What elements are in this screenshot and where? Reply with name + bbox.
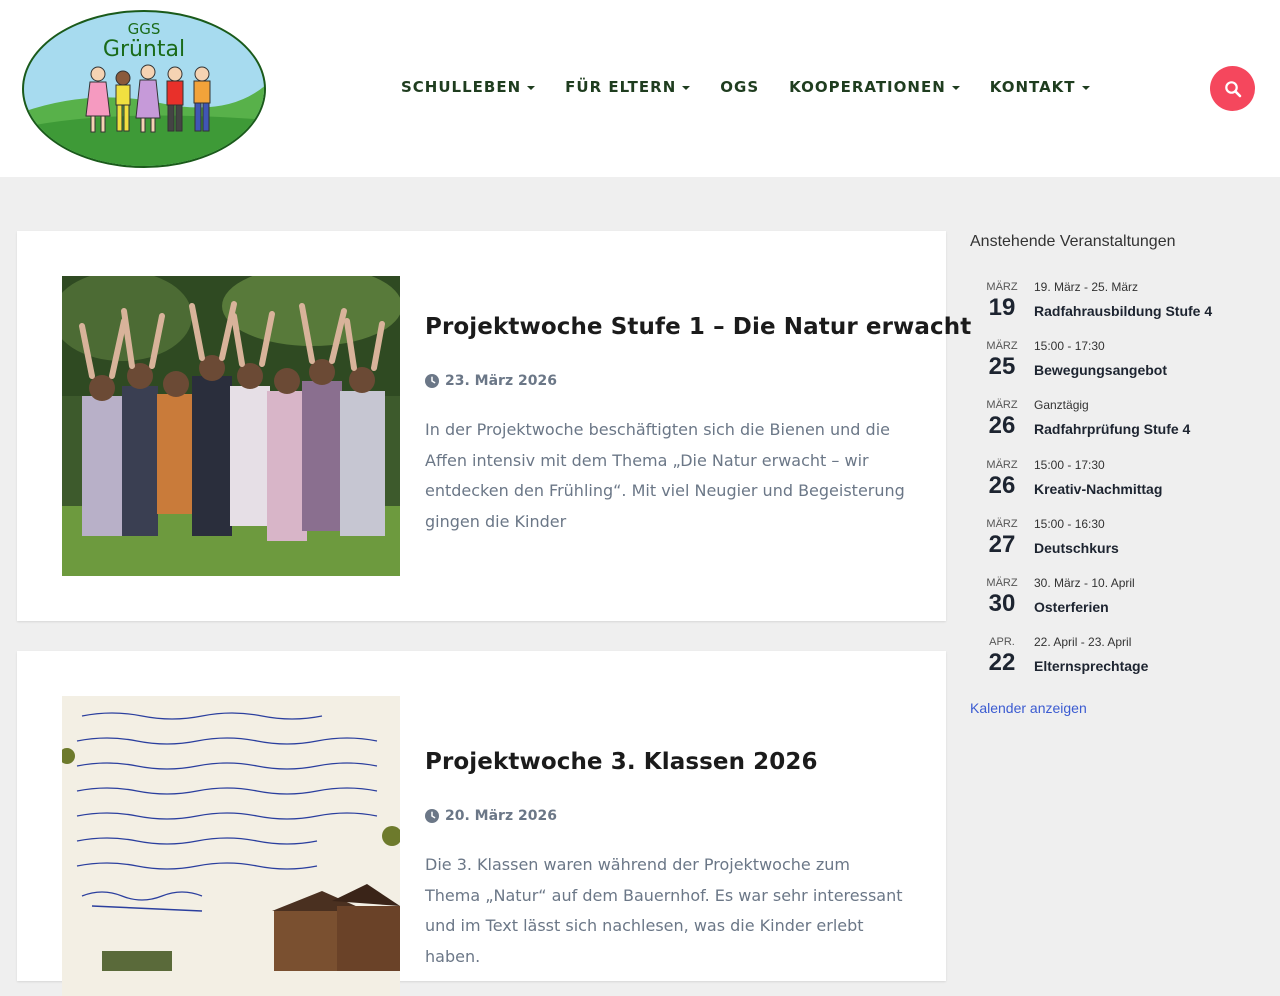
post-date-text: 23. März 2026 [445,373,557,389]
event-item: März 30 30. März - 10. April Osterferien [970,576,1270,635]
event-title-link[interactable]: Osterferien [1034,599,1109,615]
event-day: 26 [988,412,1016,440]
caret-down-icon [527,86,536,90]
event-time: 30. März - 10. April [1034,575,1135,590]
clock-icon [425,809,439,823]
event-time: 22. April - 23. April [1034,635,1132,650]
nav-item-label: OGS [720,78,760,96]
nav-item-kooperationen[interactable]: KOOPERATIONEN [789,78,960,96]
site-header: GGS Grüntal SCHULLEBEN FÜR ELTERN OGS KO… [0,0,1280,177]
search-button[interactable] [1210,66,1255,111]
event-day: 22 [988,649,1016,677]
nav-item-label: FÜR ELTERN [565,78,677,96]
event-month: März [986,281,1018,293]
post-thumbnail[interactable] [62,696,400,996]
event-title-link[interactable]: Bewegungsangebot [1034,362,1167,378]
sidebar-title: Anstehende Veranstaltungen [970,233,1176,250]
post-excerpt: Die 3. Klassen waren während der Projekt… [425,855,903,966]
nav-item-label: SCHULLEBEN [401,78,522,96]
event-item: Apr. 22 22. April - 23. April Elternspre… [970,635,1270,694]
event-month: März [986,517,1018,530]
event-day: 25 [988,353,1016,381]
clock-icon [425,374,439,388]
post-date-text: 20. März 2026 [445,808,557,824]
event-item: März 27 15:00 - 16:30 Deutschkurs [970,517,1270,576]
event-month: März [986,340,1018,353]
event-title-link[interactable]: Radfahrausbildung Stufe 4 [1034,303,1212,319]
caret-down-icon [951,86,960,90]
post-excerpt: In der Projektwoche beschäftigten sich d… [425,420,905,531]
nav-item-fuer-eltern[interactable]: FÜR ELTERN [565,78,691,96]
event-day: 26 [988,471,1016,499]
event-month: März [986,576,1018,589]
nav-item-label: KONTAKT [989,78,1076,96]
post-card: Projektwoche 3. Klassen 2026 20. März 20… [17,651,946,996]
caret-down-icon [682,86,691,90]
post-card: Projektwoche Stufe 1 – Die Natur erwacht… [17,231,971,621]
post-title[interactable]: Projektwoche 3. Klassen 2026 [425,749,818,775]
event-day: 27 [988,530,1016,558]
event-month: Apr. [989,636,1015,649]
event-title-link[interactable]: Elternsprechtage [1034,658,1148,674]
post-title[interactable]: Projektwoche Stufe 1 – Die Natur erwacht [425,314,971,340]
event-item: März 19 19. März - 25. März Radfahrausbi… [970,280,1270,339]
event-time: 15:00 - 17:30 [1034,457,1105,472]
event-day: 30 [988,589,1016,617]
event-item: März 26 15:00 - 17:30 Kreativ-Nachmittag [970,458,1270,517]
event-time: 15:00 - 17:30 [1034,339,1105,354]
post-thumbnail[interactable] [62,276,400,576]
event-time: Ganztägig [1034,398,1089,413]
calendar-link[interactable]: Kalender anzeigen [970,700,1087,716]
event-time: 19. März - 25. März [1034,280,1139,294]
event-month: März [986,458,1018,471]
events-list: März 19 19. März - 25. März Radfahrausbi… [970,280,1270,694]
event-item: März 26 Ganztägig Radfahrprüfung Stufe 4 [970,398,1270,457]
school-logo[interactable]: GGS Grüntal [20,8,268,170]
event-title-link[interactable]: Deutschkurs [1034,540,1119,556]
post-date: 20. März 2026 [425,808,557,824]
event-item: März 25 15:00 - 17:30 Bewegungsangebot [970,339,1270,398]
nav-item-ogs[interactable]: OGS [720,78,759,96]
svg-text:Grüntal: Grüntal [103,37,185,62]
event-title-link[interactable]: Radfahrprüfung Stufe 4 [1034,421,1190,437]
event-month: März [986,399,1018,412]
nav-item-schulleben[interactable]: SCHULLEBEN [401,78,536,96]
event-time: 15:00 - 16:30 [1034,516,1105,531]
magnifier-icon [1224,80,1241,97]
nav-item-label: KOOPERATIONEN [789,78,946,96]
main-nav: SCHULLEBEN FÜR ELTERN OGS KOOPERATIONEN … [401,78,1120,96]
svg-text:GGS: GGS [128,20,161,38]
post-date: 23. März 2026 [425,373,557,389]
event-title-link[interactable]: Kreativ-Nachmittag [1034,481,1162,497]
nav-item-kontakt[interactable]: KONTAKT [990,78,1090,96]
event-day: 19 [988,294,1016,321]
caret-down-icon [1081,86,1090,90]
